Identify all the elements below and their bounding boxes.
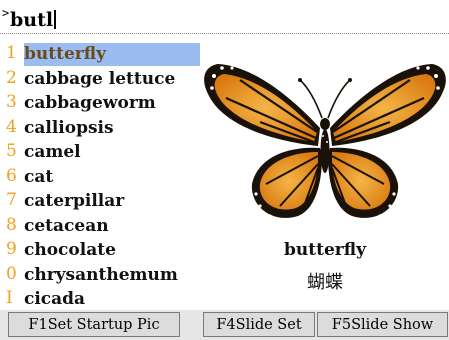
text-caret [54,10,57,29]
list-item[interactable]: 2 cabbage lettuce [0,67,200,92]
item-label: chrysanthemum [24,264,178,285]
search-query: butl [10,9,54,31]
item-number: 9 [6,239,17,259]
list-item[interactable]: 1 butterfly [0,42,200,67]
list-item[interactable]: 7 caterpillar [0,189,200,214]
item-number: 0 [6,263,17,284]
item-label: chocolate [24,240,116,260]
item-number: 3 [6,92,17,112]
item-number: 7 [6,190,17,210]
preview-translation: 蝴蝶 [307,272,343,293]
item-number: 6 [6,165,17,186]
list-item[interactable]: 6 cat [0,165,200,190]
word-list: 1 butterfly 2 cabbage lettuce 3 cabbagew… [0,42,200,312]
list-item[interactable]: I cicada [0,287,200,312]
search-bar[interactable]: > butl [0,0,449,34]
item-label: cabbage lettuce [24,68,176,89]
set-startup-pic-button[interactable]: F1Set Startup Pic [8,312,180,337]
item-label: cat [24,166,54,187]
item-number: 5 [6,141,17,161]
list-item[interactable]: 9 chocolate [0,238,200,263]
item-label: butterfly [24,43,200,66]
item-number: 2 [6,67,17,88]
item-label: camel [24,142,81,162]
slide-set-button[interactable]: F4Slide Set [203,312,315,337]
list-item[interactable]: 5 camel [0,140,200,165]
slide-show-button[interactable]: F5Slide Show [317,312,448,337]
list-item[interactable]: 4 calliopsis [0,116,200,141]
butterfly-image [200,56,449,236]
item-label: cetacean [24,215,109,236]
item-label: cicada [24,289,86,309]
item-label: calliopsis [24,117,114,138]
item-label: cabbageworm [24,93,156,113]
butterfly-illustration [204,64,446,218]
list-item[interactable]: 3 cabbageworm [0,91,200,116]
search-input[interactable]: butl [10,9,57,31]
item-label: caterpillar [24,191,125,211]
list-item[interactable]: 0 chrysanthemum [0,263,200,288]
item-number: 8 [6,214,17,235]
item-number: I [6,288,13,308]
item-number: 1 [6,43,17,63]
list-item[interactable]: 8 cetacean [0,214,200,239]
search-prompt: > [2,6,10,20]
preview-word: butterfly [284,240,366,260]
toolbar: F1Set Startup Pic F4Slide Set F5Slide Sh… [0,310,449,340]
item-number: 4 [6,116,17,137]
